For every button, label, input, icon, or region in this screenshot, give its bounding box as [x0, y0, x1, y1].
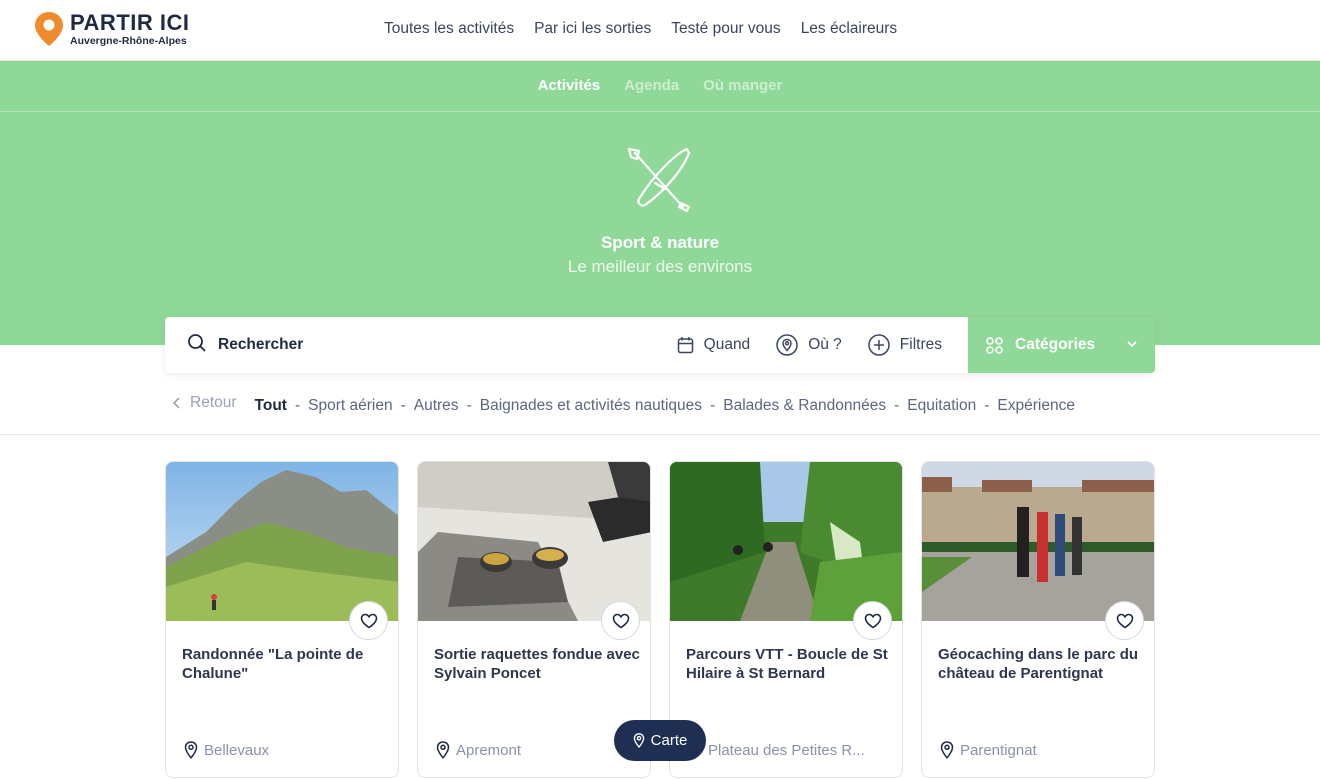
- categories-dropdown[interactable]: Catégories: [968, 317, 1155, 373]
- where-label: Où ?: [808, 336, 842, 353]
- filter-baignades[interactable]: Baignades et activités nautiques: [480, 397, 702, 414]
- card-title: Géocaching dans le parc du château de Pa…: [938, 646, 1139, 682]
- location-pin-icon: [184, 741, 198, 759]
- heart-icon: [1116, 613, 1133, 628]
- nav-link-tested[interactable]: Testé pour vous: [671, 20, 780, 38]
- card-location-text: Parentignat: [960, 741, 1037, 759]
- section-tabs: Activités Agenda Où manger: [0, 61, 1320, 112]
- location-pin-icon: [940, 741, 954, 759]
- category-filter-row: Retour Tout - Sport aérien - Autres - Baignade…: [172, 394, 1156, 416]
- activity-card[interactable]: Parcours VTT - Boucle de St Hilaire à St…: [669, 461, 903, 778]
- card-location: Plateau des Petites R...: [688, 741, 894, 759]
- filter-tout[interactable]: Tout: [255, 397, 287, 414]
- card-title: Sortie raquettes fondue avec Sylvain Pon…: [434, 646, 640, 682]
- brand-subtitle: Auvergne-Rhône-Alpes: [70, 35, 187, 47]
- map-button-label: Carte: [650, 732, 688, 749]
- filter-equitation[interactable]: Equitation: [907, 397, 976, 414]
- tab-ou-manger[interactable]: Où manger: [703, 77, 782, 111]
- favorite-button[interactable]: [853, 601, 892, 640]
- search-icon: [187, 333, 207, 358]
- card-location: Parentignat: [940, 741, 1146, 759]
- back-button[interactable]: Retour: [172, 394, 237, 412]
- favorite-button[interactable]: [349, 601, 388, 640]
- card-location: Bellevaux: [184, 741, 390, 759]
- card-location-text: Plateau des Petites R...: [708, 741, 865, 759]
- back-label: Retour: [190, 394, 237, 411]
- filter-sport-aerien[interactable]: Sport aérien: [308, 397, 392, 414]
- hero-banner: Activités Agenda Où manger Sport & natur…: [0, 61, 1320, 345]
- filters-label: Filtres: [899, 336, 942, 353]
- filter-experience[interactable]: Expérience: [997, 397, 1075, 414]
- plus-icon: [868, 334, 890, 356]
- grid-icon: [986, 336, 1003, 354]
- card-location-text: Bellevaux: [204, 741, 270, 759]
- nav-link-all-activities[interactable]: Toutes les activités: [384, 20, 514, 38]
- location-pin-icon: [776, 334, 798, 356]
- heart-icon: [360, 613, 377, 628]
- location-pin-icon: [436, 741, 450, 759]
- activity-card[interactable]: Randonnée "La pointe de Chalune" Belleva…: [165, 461, 399, 778]
- divider: [0, 434, 1320, 435]
- location-pin-icon: [633, 733, 644, 748]
- mountain-hike-photo: [166, 462, 398, 621]
- forest-bike-photo: [670, 462, 902, 621]
- brand-title: PARTIR ICI: [70, 10, 190, 35]
- card-title: Randonnée "La pointe de Chalune": [182, 646, 364, 682]
- castle-family-photo: [922, 462, 1154, 621]
- main-navigation: Toutes les activités Par ici les sorties…: [384, 20, 897, 38]
- when-button[interactable]: Quand: [677, 336, 751, 354]
- search-label: Rechercher: [218, 336, 304, 353]
- chevron-left-icon: [172, 397, 180, 409]
- hero-subtitle: Le meilleur des environs: [567, 257, 753, 276]
- search-input[interactable]: Rechercher: [165, 333, 677, 358]
- when-label: Quand: [703, 336, 751, 353]
- favorite-button[interactable]: [1105, 601, 1144, 640]
- kayak-paddle-icon: [625, 145, 695, 215]
- fondue-snow-photo: [418, 462, 650, 621]
- top-header: PARTIR ICI Auvergne-Rhône-Alpes Toutes l…: [0, 0, 1320, 61]
- filters-button[interactable]: Filtres: [868, 334, 942, 356]
- location-pin-logo-icon: [34, 11, 64, 47]
- nav-link-scouts[interactable]: Les éclaireurs: [801, 20, 898, 38]
- nav-link-outings[interactable]: Par ici les sorties: [534, 20, 651, 38]
- card-title: Parcours VTT - Boucle de St Hilaire à St…: [686, 646, 888, 682]
- heart-icon: [612, 613, 629, 628]
- calendar-icon: [677, 337, 693, 354]
- filter-balades[interactable]: Balades & Randonnées: [723, 397, 886, 414]
- hero-title: Sport & nature: [600, 233, 720, 252]
- search-bar: Rechercher Quand Où ? Filtres Catégories: [165, 317, 1155, 373]
- filter-autres[interactable]: Autres: [414, 397, 459, 414]
- categories-label: Catégories: [1015, 336, 1096, 353]
- tab-agenda[interactable]: Agenda: [624, 77, 679, 111]
- chevron-down-icon: [1127, 341, 1137, 348]
- card-location: Apremont: [436, 741, 642, 759]
- card-location-text: Apremont: [456, 741, 522, 759]
- activity-card[interactable]: Géocaching dans le parc du château de Pa…: [921, 461, 1155, 778]
- heart-icon: [864, 613, 881, 628]
- where-button[interactable]: Où ?: [776, 334, 842, 356]
- favorite-button[interactable]: [601, 601, 640, 640]
- brand-logo[interactable]: PARTIR ICI Auvergne-Rhône-Alpes: [34, 11, 189, 47]
- tab-activites[interactable]: Activités: [538, 77, 601, 111]
- map-button[interactable]: Carte: [614, 720, 706, 761]
